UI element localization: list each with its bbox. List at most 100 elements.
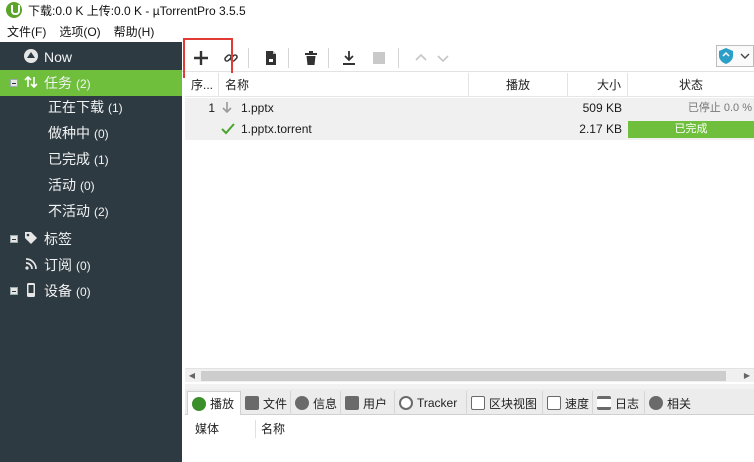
sidebar-item-label: 设备 [44,283,72,299]
column-header-name[interactable]: 名称 [219,73,469,97]
graph-icon [547,396,561,410]
tab-label: 播放 [210,397,235,411]
sidebar-item-label: Now [44,49,73,65]
count-badge: (0) [76,259,91,273]
column-header-status[interactable]: 状态 [628,73,754,97]
checkmark-icon [221,119,237,140]
expand-icon[interactable] [10,287,18,295]
sidebar-item-label: 不活动 [48,203,90,219]
chevron-up-icon [415,53,427,61]
utorrent-logo-icon [6,2,22,18]
shield-dropdown[interactable] [716,45,754,67]
table-row[interactable]: 1.pptx.torrent 2.17 KB 已完成 [185,119,754,140]
menu-help[interactable]: 帮助(H) [107,23,161,40]
count-badge: (1) [94,153,109,167]
sidebar-item-label: 标签 [44,231,72,247]
row-size: 509 KB [582,101,622,115]
row-name: 1.pptx.torrent [241,122,312,136]
download-icon [343,51,355,65]
sidebar-item-devices[interactable]: 设备 (0) [0,278,182,304]
move-down-button[interactable] [432,47,454,69]
tab-label: 区块视图 [489,396,538,411]
move-up-button[interactable] [410,47,432,69]
sidebar-item-seeding[interactable]: 做种中 (0) [0,120,182,146]
scrollbar-thumb[interactable] [201,371,726,381]
sidebar-item-now[interactable]: Now [0,44,182,70]
count-badge: (2) [76,77,91,91]
play-icon [192,396,206,411]
horizontal-scrollbar[interactable]: ◀ ▶ [185,368,754,382]
tab-label: 用户 [363,396,388,411]
users-icon [345,396,359,410]
tab-play[interactable]: 播放 [187,391,241,415]
stop-button[interactable] [368,47,390,69]
column-header-media[interactable]: 媒体 [195,420,219,437]
sidebar: Now 任务 (2) 正在下载 (1) 做种中 (0) 已完成 (1) 活动 (0) 不活… [0,42,182,462]
tab-label: 日志 [615,396,640,411]
list-icon [597,396,611,410]
sidebar-item-label: 已完成 [48,151,90,167]
torrent-table-header: 序... 名称 播放 大小 状态 [185,73,754,97]
count-badge: (2) [94,205,109,219]
menu-options[interactable]: 选项(O) [52,23,106,40]
tab-related[interactable]: 相关 [645,391,695,415]
table-row[interactable]: 1 1.pptx 509 KB 已停止 0.0 % [185,98,754,119]
arrow-down-icon [221,98,237,119]
tab-label: 速度 [565,396,590,411]
menu-bar: 文件(F) 选项(O) 帮助(H) [0,20,754,42]
expand-icon[interactable] [10,235,18,243]
create-torrent-button[interactable] [260,47,282,69]
chevron-down-icon [437,55,449,63]
sidebar-item-feeds[interactable]: 订阅 (0) [0,252,182,278]
sidebar-item-label: 做种中 [48,125,90,141]
column-header-media-name[interactable]: 名称 [261,420,285,437]
row-status: 已停止 0.0 % [687,102,752,114]
tab-info[interactable]: 信息 [291,391,341,415]
row-name: 1.pptx [241,101,274,115]
tab-peers[interactable]: 用户 [341,391,395,415]
phone-icon [22,282,40,300]
sidebar-item-label: 订阅 [44,257,72,273]
shield-icon [719,48,750,64]
sidebar-item-active[interactable]: 活动 (0) [0,172,182,198]
detail-tabbar: 播放 文件 信息 用户 Tracker 区块视图 速度 日志 相关 [185,389,754,415]
scroll-right-icon[interactable]: ▶ [740,369,754,383]
title-bar: 下载:0.0 K 上传:0.0 K - µTorrentPro 3.5.5 [0,0,754,20]
tab-pieces[interactable]: 区块视图 [467,391,543,415]
transfer-arrows-icon [22,74,40,92]
info-icon [295,396,309,410]
tab-logger[interactable]: 日志 [593,391,645,415]
tab-tracker[interactable]: Tracker [395,391,467,415]
column-header-size[interactable]: 大小 [568,73,628,97]
sidebar-item-label: 任务 [44,75,72,91]
sidebar-item-labels[interactable]: 标签 [0,226,182,252]
tab-label: 文件 [263,396,288,411]
start-download-button[interactable] [338,47,360,69]
rss-icon [22,256,40,274]
count-badge: (0) [80,179,95,193]
annotation-highlight-box [183,38,233,78]
collapse-icon[interactable] [10,79,18,87]
grid-icon [471,396,485,410]
column-header-seq[interactable]: 序... [185,73,219,97]
tag-icon [22,230,40,248]
row-size: 2.17 KB [579,122,622,136]
scroll-left-icon[interactable]: ◀ [185,369,199,383]
row-seq [185,119,215,140]
sidebar-item-label: 正在下载 [48,99,104,115]
trash-icon [305,51,317,65]
count-badge: (0) [94,127,109,141]
count-badge: (0) [76,285,91,299]
window-title: 下载:0.0 K 上传:0.0 K - µTorrentPro 3.5.5 [28,3,246,18]
sidebar-item-tasks[interactable]: 任务 (2) [0,70,182,96]
now-globe-icon [22,48,40,66]
menu-file[interactable]: 文件(F) [0,23,52,40]
sidebar-item-downloading[interactable]: 正在下载 (1) [0,94,182,120]
sidebar-item-completed[interactable]: 已完成 (1) [0,146,182,172]
row-seq: 1 [208,101,215,115]
column-header-play[interactable]: 播放 [469,73,568,97]
tab-files[interactable]: 文件 [241,391,291,415]
sidebar-item-inactive[interactable]: 不活动 (2) [0,198,182,224]
tab-speed[interactable]: 速度 [543,391,593,415]
remove-torrent-button[interactable] [300,47,322,69]
